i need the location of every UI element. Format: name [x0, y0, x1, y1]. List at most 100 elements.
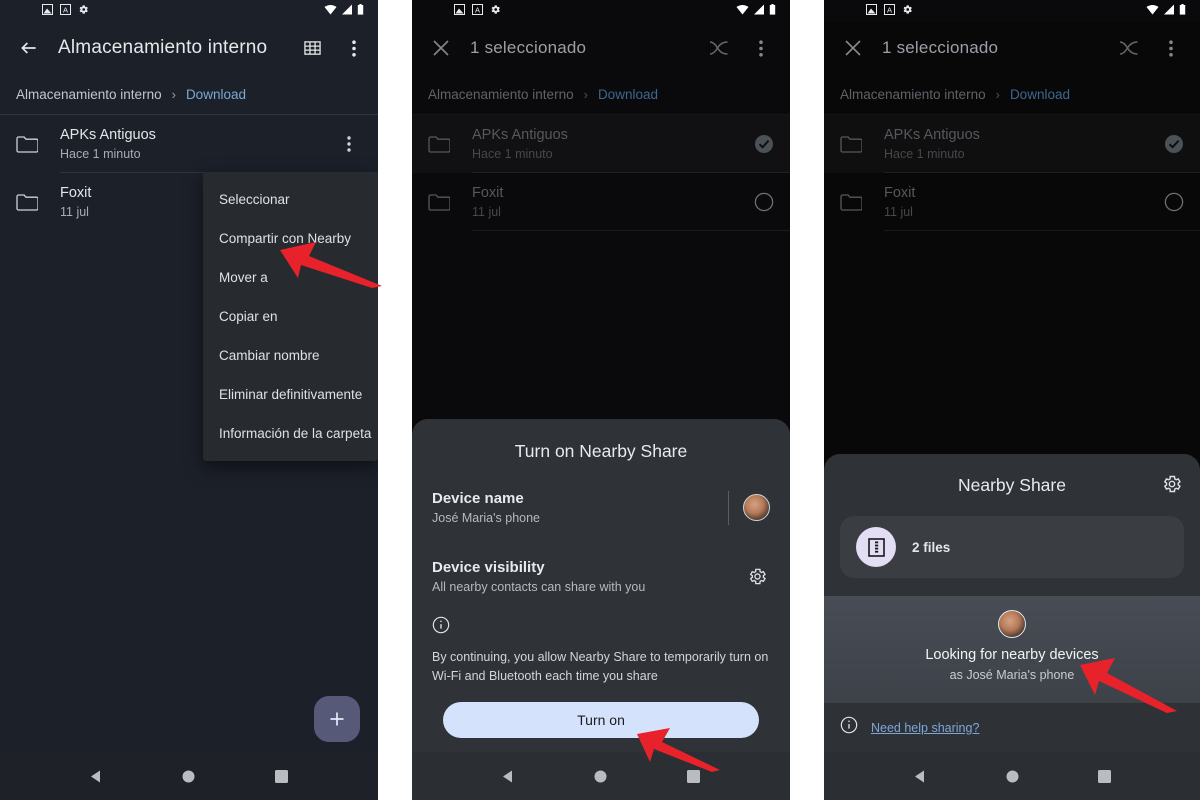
sheet-title: Nearby Share — [958, 474, 1066, 495]
nav-home-button[interactable] — [997, 761, 1027, 791]
file-name: APKs Antiguos — [884, 126, 980, 143]
nearby-share-icon[interactable] — [706, 35, 732, 61]
table-row[interactable]: Foxit 11 jul — [824, 173, 1200, 231]
add-button[interactable] — [314, 696, 360, 742]
file-name: Foxit — [884, 184, 916, 201]
overflow-menu-icon[interactable] — [341, 35, 367, 61]
info-icon — [432, 616, 450, 638]
breadcrumb-root[interactable]: Almacenamiento interno — [16, 87, 162, 102]
wifi-icon — [324, 2, 337, 20]
file-subtitle: 11 jul — [472, 204, 501, 219]
status-notification-icons: A — [454, 2, 501, 20]
menu-item-copiar-en[interactable]: Copiar en — [203, 297, 378, 336]
shared-files-card[interactable]: 2 files — [840, 516, 1184, 578]
file-meta: APKs Antiguos Hace 1 minuto — [60, 126, 318, 163]
menu-item-cambiar-nombre[interactable]: Cambiar nombre — [203, 336, 378, 375]
breadcrumb-root[interactable]: Almacenamiento interno — [428, 87, 574, 102]
vertical-divider — [728, 490, 729, 525]
nav-recents-button[interactable] — [1089, 761, 1119, 791]
breadcrumb-current[interactable]: Download — [186, 87, 246, 102]
row-overflow-menu-icon[interactable] — [336, 131, 362, 157]
nearby-share-icon[interactable] — [1116, 35, 1142, 61]
sheet-title: Turn on Nearby Share — [514, 441, 688, 461]
gear-icon[interactable] — [744, 564, 770, 590]
nav-back-button[interactable] — [81, 761, 111, 791]
svg-text:A: A — [475, 5, 480, 14]
device-name-row[interactable]: Device name José Maria's phone — [432, 484, 770, 529]
android-nav-bar — [412, 752, 790, 800]
file-name: Foxit — [60, 184, 92, 201]
sheet-header: Nearby Share — [840, 472, 1184, 498]
avatar[interactable] — [743, 494, 770, 521]
overflow-menu-icon[interactable] — [748, 35, 774, 61]
info-icon — [840, 716, 858, 739]
file-meta: Foxit 11 jul — [884, 184, 1146, 221]
app-icon: A — [884, 2, 895, 20]
checkbox-checked-icon[interactable] — [1164, 134, 1184, 154]
table-row[interactable]: APKs Antiguos Hace 1 minuto — [412, 115, 790, 173]
file-subtitle: Hace 1 minuto — [884, 146, 965, 161]
panel-gap-1 — [378, 0, 412, 800]
nav-home-button[interactable] — [586, 761, 616, 791]
checkbox-unchecked-icon[interactable] — [754, 192, 774, 212]
close-icon[interactable] — [428, 35, 454, 61]
menu-item-informacion-de-la-carpeta[interactable]: Información de la carpeta — [203, 414, 378, 453]
nav-recents-button[interactable] — [267, 761, 297, 791]
image-icon — [42, 2, 53, 20]
breadcrumb-root[interactable]: Almacenamiento interno — [840, 87, 986, 102]
nav-back-button[interactable] — [905, 761, 935, 791]
table-row[interactable]: APKs Antiguos Hace 1 minuto — [0, 115, 378, 173]
breadcrumb-current[interactable]: Download — [598, 87, 658, 102]
panel-file-manager-menu: A Almacenamiento interno Almacenamiento … — [0, 0, 378, 800]
selection-count: 1 seleccionado — [882, 38, 999, 57]
app-icon: A — [60, 2, 71, 20]
device-visibility-label: Device visibility — [432, 559, 545, 576]
menu-item-eliminar-definitivamente[interactable]: Eliminar definitivamente — [203, 375, 378, 414]
file-subtitle: Hace 1 minuto — [472, 146, 553, 161]
nav-back-button[interactable] — [493, 761, 523, 791]
signal-icon — [341, 2, 353, 20]
status-system-icons — [736, 2, 776, 20]
wifi-icon — [736, 2, 749, 20]
checkbox-checked-icon[interactable] — [754, 134, 774, 154]
checkbox-unchecked-icon[interactable] — [1164, 192, 1184, 212]
device-visibility-value: All nearby contacts can share with you — [432, 580, 646, 594]
android-nav-bar — [824, 752, 1200, 800]
breadcrumb: Almacenamiento interno › Download — [412, 74, 790, 114]
nav-home-button[interactable] — [174, 761, 204, 791]
row-divider — [884, 230, 1200, 231]
file-meta: APKs Antiguos Hace 1 minuto — [472, 126, 736, 163]
grid-view-icon[interactable] — [299, 35, 325, 61]
svg-text:A: A — [63, 5, 68, 14]
file-name: Foxit — [472, 184, 504, 201]
gear-icon — [902, 2, 913, 20]
svg-text:A: A — [887, 5, 892, 14]
file-name: APKs Antiguos — [60, 126, 156, 143]
breadcrumb-current[interactable]: Download — [1010, 87, 1070, 102]
device-visibility-main: Device visibility All nearby contacts ca… — [432, 557, 730, 596]
nav-recents-button[interactable] — [679, 761, 709, 791]
folder-icon — [428, 135, 454, 153]
menu-item-mover-a[interactable]: Mover a — [203, 258, 378, 297]
turn-on-button[interactable]: Turn on — [443, 702, 759, 738]
file-meta: APKs Antiguos Hace 1 minuto — [884, 126, 1146, 163]
close-icon[interactable] — [840, 35, 866, 61]
android-nav-bar — [0, 752, 378, 800]
image-icon — [866, 2, 877, 20]
panel-nearby-share-scanning: A 1 seleccionado Almacenamiento interno … — [824, 0, 1200, 800]
scanning-section: Looking for nearby devices as José Maria… — [824, 596, 1200, 702]
folder-icon — [840, 193, 866, 211]
menu-item-compartir-con-nearby[interactable]: Compartir con Nearby — [203, 219, 378, 258]
row-divider — [472, 230, 790, 231]
menu-item-seleccionar[interactable]: Seleccionar — [203, 180, 378, 219]
table-row[interactable]: APKs Antiguos Hace 1 minuto — [824, 115, 1200, 173]
gear-icon[interactable] — [1162, 474, 1182, 499]
folder-icon — [428, 193, 454, 211]
device-visibility-row[interactable]: Device visibility All nearby contacts ca… — [432, 553, 770, 598]
back-arrow-icon[interactable] — [16, 35, 42, 61]
overflow-menu-icon[interactable] — [1158, 35, 1184, 61]
need-help-sharing-link[interactable]: Need help sharing? — [871, 721, 979, 735]
table-row[interactable]: Foxit 11 jul — [412, 173, 790, 231]
gear-icon — [78, 2, 89, 20]
selection-count: 1 seleccionado — [470, 38, 587, 57]
